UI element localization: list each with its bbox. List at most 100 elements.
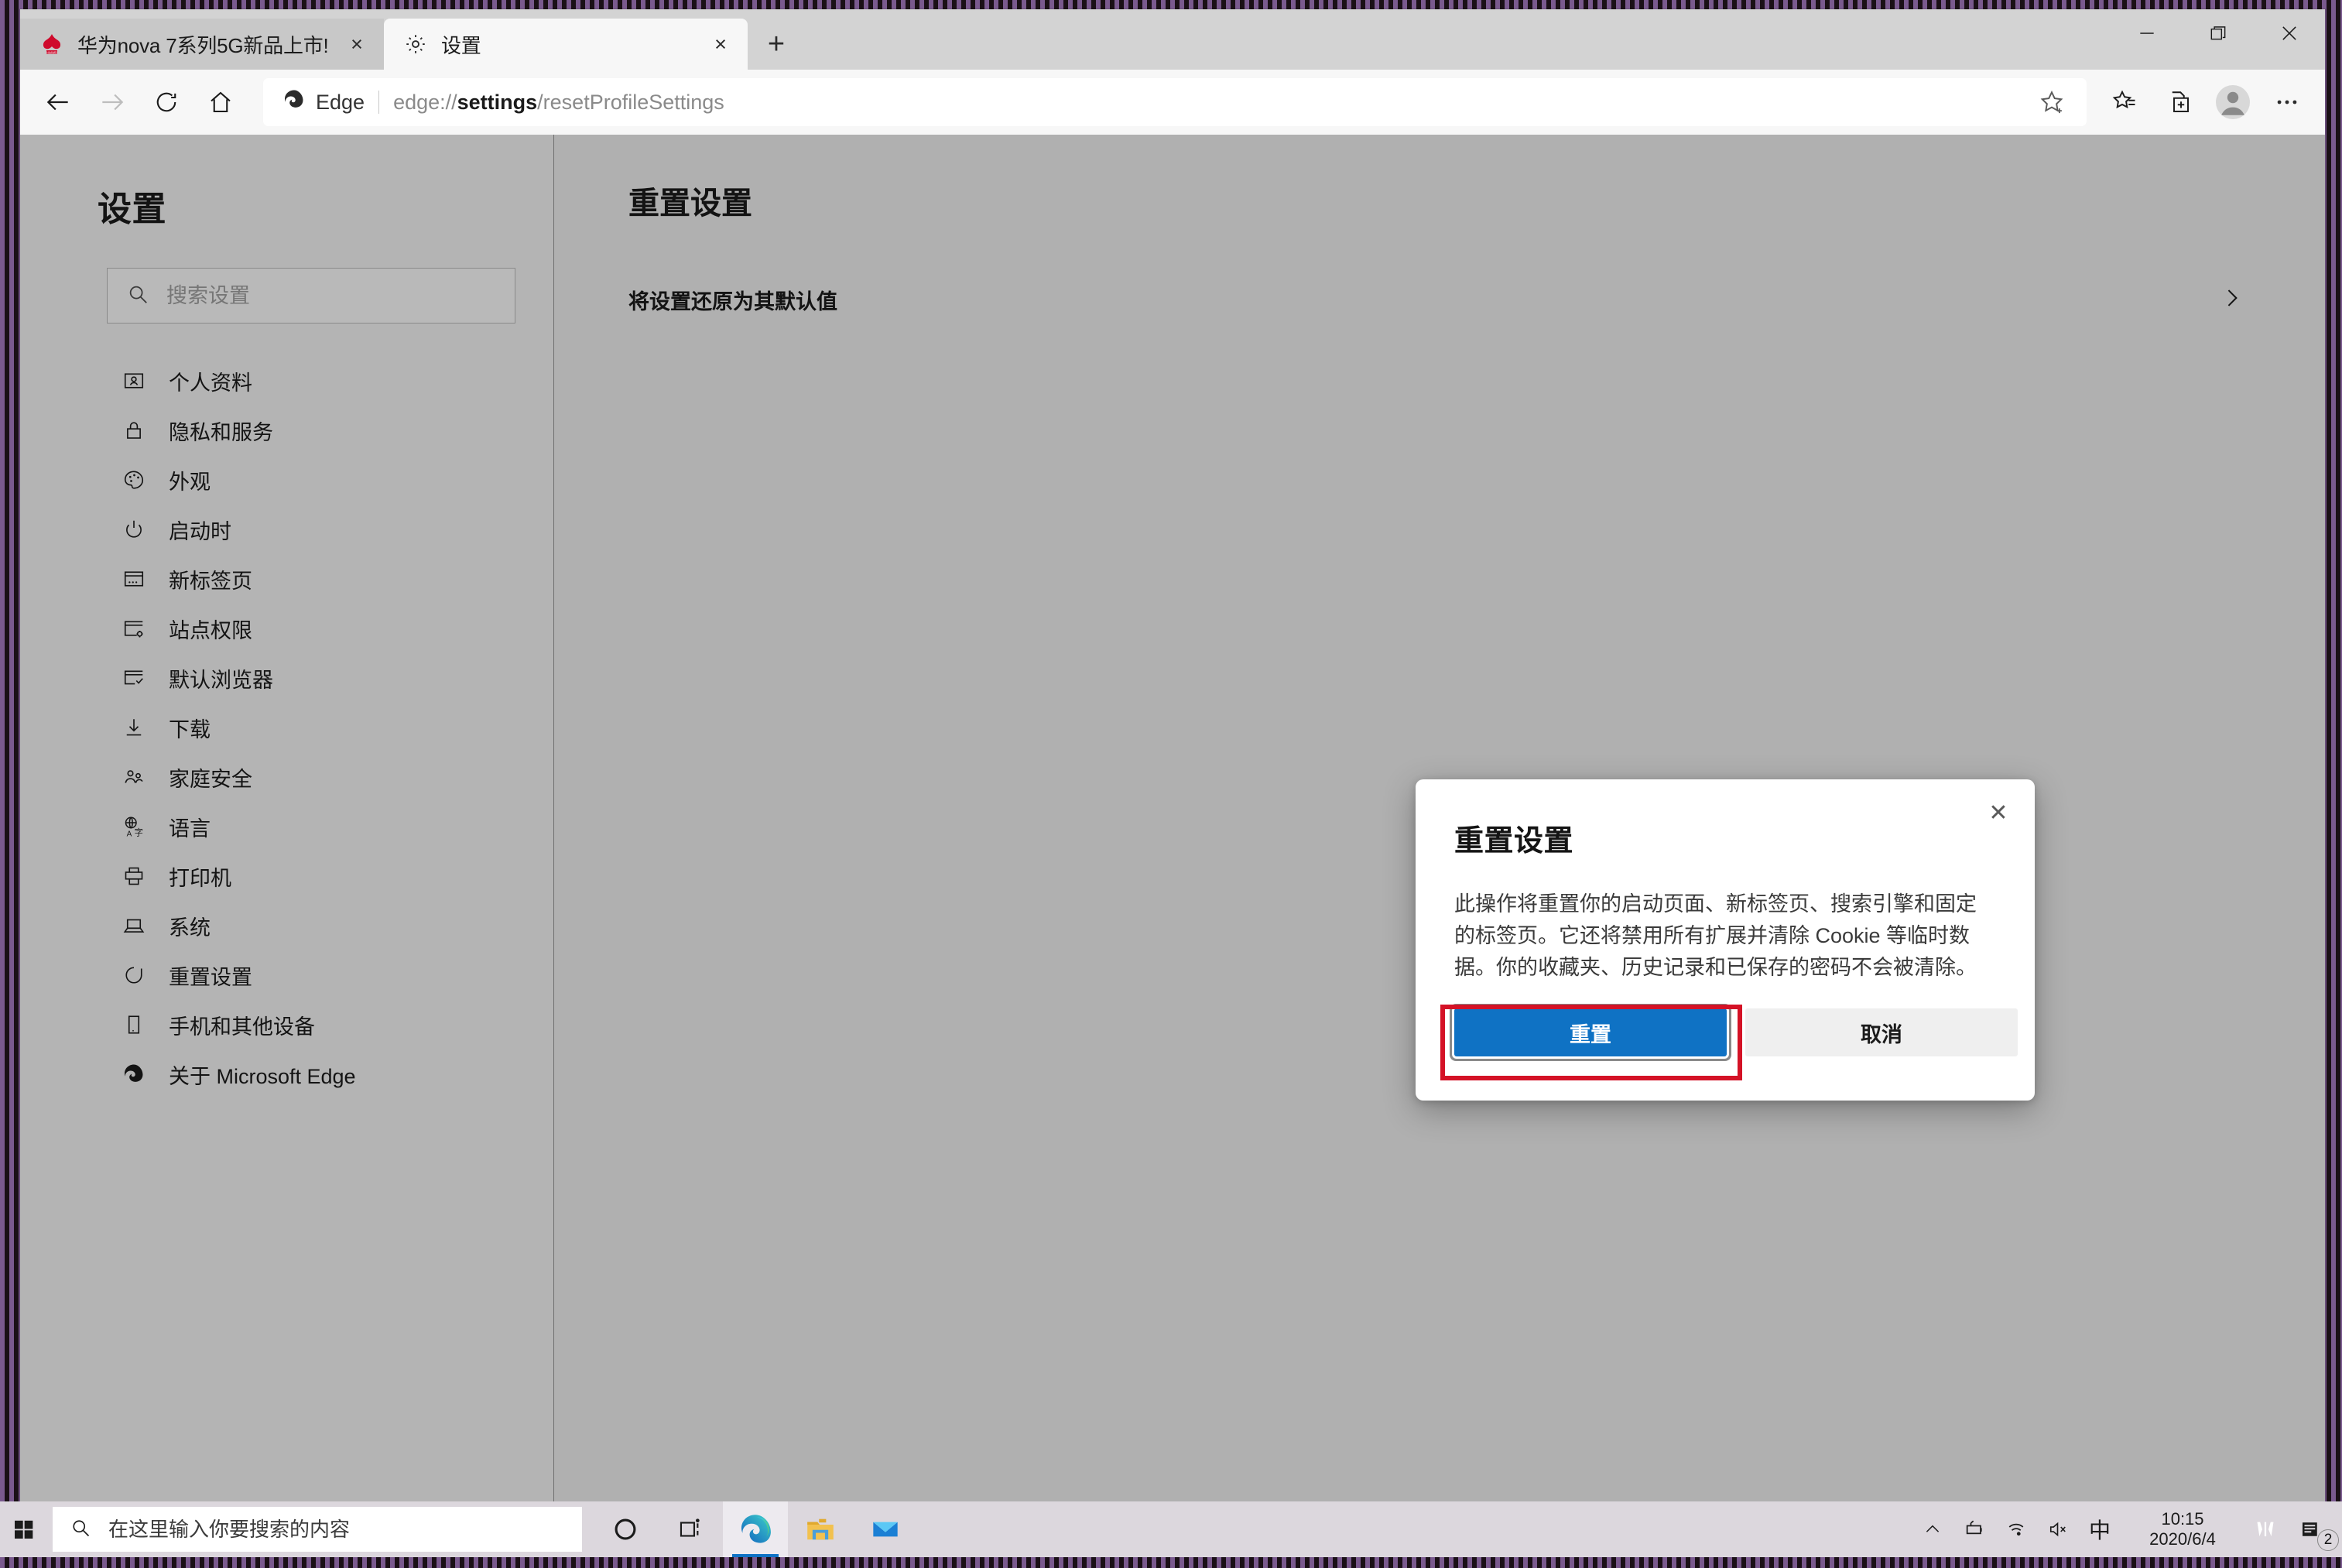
default-browser-icon bbox=[121, 665, 147, 691]
close-icon[interactable]: ✕ bbox=[1979, 793, 2018, 832]
settings-sidebar: 设置 个人资料 bbox=[20, 135, 554, 1520]
sidebar-item-label: 家庭安全 bbox=[169, 767, 252, 791]
volume-muted-icon[interactable] bbox=[2037, 1501, 2079, 1557]
sidebar-item-label: 启动时 bbox=[169, 519, 231, 543]
printer-icon bbox=[121, 863, 147, 889]
sidebar-item-defaultbrowser[interactable]: 默认浏览器 bbox=[20, 653, 553, 703]
sidebar-item-phoneandotherdevices[interactable]: 手机和其他设备 bbox=[20, 1000, 553, 1049]
mobile-connect-icon[interactable] bbox=[2244, 1501, 2286, 1557]
language-icon: A 字 bbox=[121, 813, 147, 840]
sidebar-item-newtabpage[interactable]: 新标签页 bbox=[20, 554, 553, 604]
sidebar-item-familysafety[interactable]: 家庭安全 bbox=[20, 752, 553, 802]
gear-icon bbox=[402, 31, 429, 57]
chevron-up-icon[interactable] bbox=[1912, 1501, 1953, 1557]
site-permissions-icon bbox=[121, 615, 147, 642]
clock[interactable]: 10:15 2020/6/4 bbox=[2121, 1501, 2244, 1557]
mail-icon[interactable] bbox=[853, 1501, 918, 1557]
sidebar-item-languages[interactable]: A 字 语言 bbox=[20, 802, 553, 851]
notifications-icon[interactable]: 2 bbox=[2286, 1501, 2339, 1557]
browser-toolbar: Edge edge://settings/resetProfileSetting… bbox=[20, 70, 2325, 135]
system-tray: 中 10:15 2020/6/4 2 bbox=[1912, 1501, 2342, 1557]
wifi-icon[interactable] bbox=[1995, 1501, 2037, 1557]
sidebar-item-label: 个人资料 bbox=[169, 371, 252, 395]
maximize-icon[interactable] bbox=[2183, 9, 2254, 57]
close-icon[interactable] bbox=[2254, 9, 2325, 57]
battery-charging-icon[interactable] bbox=[1953, 1501, 1995, 1557]
windows-start-icon[interactable] bbox=[0, 1501, 48, 1557]
sidebar-item-downloads[interactable]: 下载 bbox=[20, 703, 553, 752]
settings-nav: 个人资料 隐私和服务 外观 启动时 新标签页 站点权限 默认浏览器 下载 家庭安… bbox=[20, 356, 553, 1099]
new-tab-button[interactable]: + bbox=[752, 20, 800, 68]
star-plus-icon[interactable] bbox=[2029, 80, 2074, 125]
sidebar-item-resetsettings[interactable]: 重置设置 bbox=[20, 950, 553, 1000]
task-view-icon[interactable] bbox=[658, 1501, 723, 1557]
sidebar-item-label: 默认浏览器 bbox=[169, 668, 273, 692]
clock-date: 2020/6/4 bbox=[2149, 1529, 2216, 1549]
sidebar-item-privacy[interactable]: 隐私和服务 bbox=[20, 406, 553, 455]
sidebar-item-sitepermissions[interactable]: 站点权限 bbox=[20, 604, 553, 653]
title-bar: HUAWEI 华为nova 7系列5G新品上市! × 设置 × + bbox=[20, 9, 2325, 70]
sidebar-item-label: 手机和其他设备 bbox=[169, 1015, 315, 1039]
sidebar-item-aboutedge[interactable]: 关于 Microsoft Edge bbox=[20, 1049, 553, 1099]
tab-close-button[interactable]: × bbox=[339, 26, 375, 62]
edge-brand-label: Edge bbox=[282, 87, 365, 118]
download-icon bbox=[121, 714, 147, 741]
tab-title: 华为nova 7系列5G新品上市! bbox=[77, 33, 329, 57]
system-laptop-icon bbox=[121, 912, 147, 939]
huawei-logo-icon: HUAWEI bbox=[39, 31, 65, 57]
new-tab-page-icon bbox=[121, 566, 147, 592]
refresh-icon[interactable] bbox=[139, 75, 193, 129]
sidebar-item-profile[interactable]: 个人资料 bbox=[20, 356, 553, 406]
settings-search[interactable] bbox=[107, 268, 515, 324]
search-input[interactable] bbox=[166, 283, 496, 308]
clock-time: 10:15 bbox=[2161, 1509, 2204, 1529]
settings-main-content: 重置设置 将设置还原为其默认值 ✕ 重置设置 此操作将重置你的启动页面、新标签页… bbox=[554, 135, 2325, 1520]
profile-avatar-icon[interactable] bbox=[2206, 75, 2260, 129]
svg-text:字: 字 bbox=[135, 827, 143, 837]
dialog-actions: 重置 取消 bbox=[1454, 1008, 2018, 1056]
search-icon bbox=[126, 282, 149, 310]
more-options-icon[interactable] bbox=[2260, 75, 2314, 129]
url-prefix: edge:// bbox=[393, 90, 457, 114]
reset-button[interactable]: 重置 bbox=[1454, 1008, 1727, 1056]
sidebar-item-label: 重置设置 bbox=[169, 965, 252, 989]
minimize-icon[interactable] bbox=[2111, 9, 2183, 57]
back-arrow-icon[interactable] bbox=[31, 75, 85, 129]
sidebar-item-onstartup[interactable]: 启动时 bbox=[20, 505, 553, 554]
dialog-title: 重置设置 bbox=[1454, 825, 1574, 858]
browser-tab-settings[interactable]: 设置 × bbox=[384, 19, 748, 70]
svg-text:A: A bbox=[127, 830, 132, 839]
sidebar-item-label: 系统 bbox=[169, 916, 211, 940]
palette-icon bbox=[121, 467, 147, 493]
home-icon[interactable] bbox=[193, 75, 248, 129]
forward-arrow-icon bbox=[85, 75, 139, 129]
file-explorer-icon[interactable] bbox=[788, 1501, 853, 1557]
sidebar-item-printers[interactable]: 打印机 bbox=[20, 851, 553, 901]
settings-page: 设置 个人资料 bbox=[20, 135, 2325, 1520]
taskbar-search[interactable] bbox=[53, 1507, 582, 1552]
address-bar[interactable]: Edge edge://settings/resetProfileSetting… bbox=[263, 78, 2087, 126]
sidebar-item-label: 打印机 bbox=[169, 866, 231, 890]
url-text: edge://settings/resetProfileSettings bbox=[393, 91, 2029, 115]
tab-close-button[interactable]: × bbox=[703, 26, 738, 62]
edge-icon[interactable] bbox=[723, 1501, 788, 1557]
favorites-icon[interactable] bbox=[2097, 75, 2152, 129]
collections-icon[interactable] bbox=[2152, 75, 2206, 129]
svg-text:HUAWEI: HUAWEI bbox=[46, 51, 56, 54]
ime-language-indicator[interactable]: 中 bbox=[2079, 1501, 2121, 1557]
cancel-button[interactable]: 取消 bbox=[1745, 1008, 2018, 1056]
family-safety-icon bbox=[121, 764, 147, 790]
taskbar-search-input[interactable] bbox=[108, 1517, 565, 1542]
tab-title: 设置 bbox=[441, 33, 481, 57]
cortana-icon[interactable] bbox=[593, 1501, 658, 1557]
notification-count-badge: 2 bbox=[2317, 1529, 2339, 1551]
url-path: /resetProfileSettings bbox=[537, 90, 724, 114]
browser-tab-huawei[interactable]: HUAWEI 华为nova 7系列5G新品上市! × bbox=[20, 19, 384, 70]
sidebar-item-system[interactable]: 系统 bbox=[20, 901, 553, 950]
edge-logo-icon bbox=[121, 1061, 147, 1087]
sidebar-item-appearance[interactable]: 外观 bbox=[20, 455, 553, 505]
taskbar-pinned-apps bbox=[593, 1501, 918, 1557]
sidebar-item-label: 关于 Microsoft Edge bbox=[169, 1064, 356, 1088]
reset-settings-dialog: ✕ 重置设置 此操作将重置你的启动页面、新标签页、搜索引擎和固定的标签页。它还将… bbox=[1416, 779, 2035, 1101]
divider bbox=[378, 91, 380, 114]
